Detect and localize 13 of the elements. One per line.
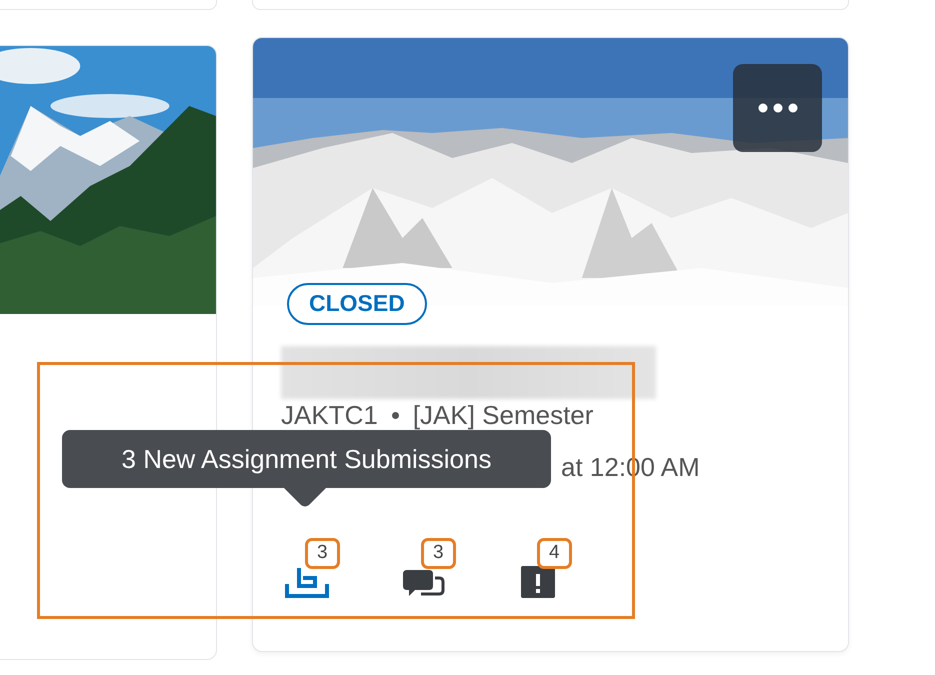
status-badge: CLOSED — [287, 283, 427, 325]
semester-label: [JAK] Semester — [412, 402, 594, 428]
course-code: JAKTC1 — [281, 402, 378, 428]
more-icon — [758, 103, 798, 113]
tooltip-arrow — [283, 487, 327, 507]
notification-button[interactable]: 3 — [285, 538, 351, 600]
count-badge: 4 — [537, 538, 572, 569]
more-options-button[interactable] — [733, 64, 822, 152]
count-badge: 3 — [421, 538, 456, 569]
separator-dot — [392, 412, 399, 418]
count-badge: 3 — [305, 538, 340, 569]
notification-button[interactable]: 3 — [401, 538, 467, 600]
notification-button[interactable]: 4 — [517, 538, 583, 600]
